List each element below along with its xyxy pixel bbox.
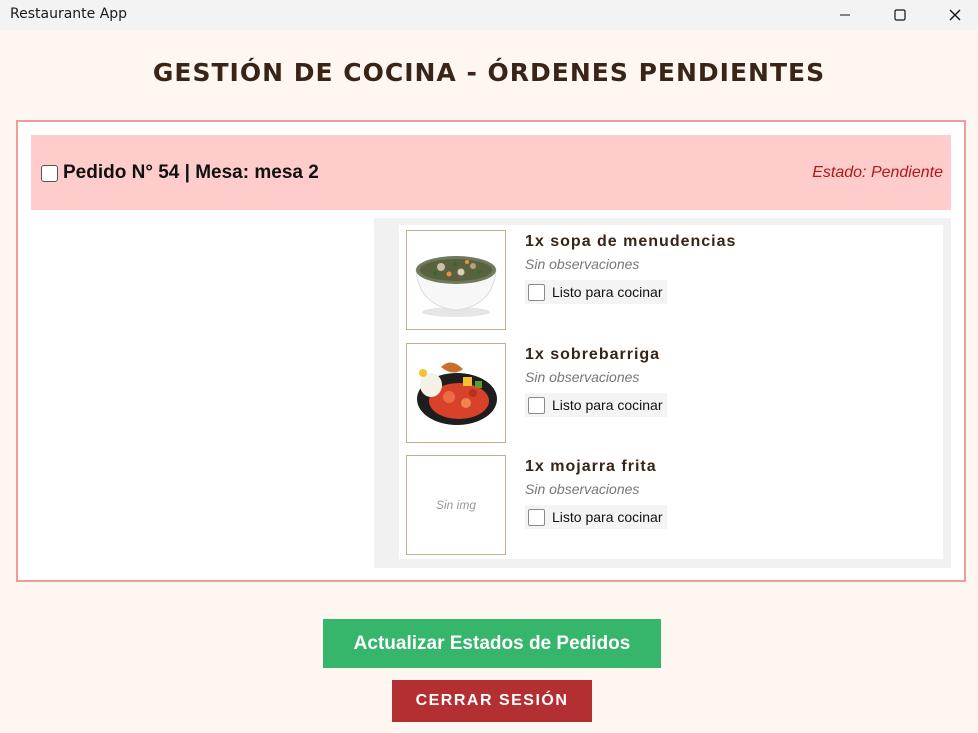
minimize-button[interactable] <box>822 0 868 30</box>
page-title: GESTIÓN DE COCINA - ÓRDENES PENDIENTES <box>152 58 826 87</box>
order-status: Estado: Pendiente <box>812 164 943 181</box>
order-items-panel: 1x sopa de menudencias Sin observaciones… <box>374 218 951 568</box>
meat-dish-photo <box>417 362 497 425</box>
list-item: 1x sopa de menudencias Sin observaciones… <box>406 230 936 330</box>
ready-to-cook-label: Listo para cocinar <box>552 509 663 525</box>
window-title: Restaurante App <box>10 6 128 22</box>
order-header: Pedido N° 54 | Mesa: mesa 2 Estado: Pend… <box>31 135 951 210</box>
ready-to-cook-checkbox[interactable]: Listo para cocinar <box>525 505 667 529</box>
ready-to-cook-label: Listo para cocinar <box>552 397 663 413</box>
close-button[interactable] <box>932 0 978 30</box>
order-items-list[interactable]: 1x sopa de menudencias Sin observaciones… <box>399 225 943 559</box>
ready-to-cook-checkbox[interactable]: Listo para cocinar <box>525 280 667 304</box>
logout-button[interactable]: CERRAR SESIÓN <box>392 680 592 722</box>
list-item: Sin img 1x mojarra frita Sin observacion… <box>406 455 936 555</box>
item-image <box>406 343 506 443</box>
order-title: Pedido N° 54 | Mesa: mesa 2 <box>63 162 319 183</box>
no-image-placeholder: Sin img <box>435 498 476 512</box>
order-card: Pedido N° 54 | Mesa: mesa 2 Estado: Pend… <box>16 120 966 582</box>
item-name: 1x mojarra frita <box>525 458 657 475</box>
checkbox-box <box>528 283 545 301</box>
item-observations: Sin observaciones <box>525 369 640 385</box>
maximize-icon <box>894 9 906 21</box>
ready-to-cook-label: Listo para cocinar <box>552 284 663 300</box>
soup-photo <box>415 256 497 317</box>
item-image <box>406 230 506 330</box>
checkbox-box <box>528 396 545 414</box>
list-item: 1x sobrebarriga Sin observaciones Listo … <box>406 343 936 443</box>
ready-to-cook-checkbox[interactable]: Listo para cocinar <box>525 393 667 417</box>
item-name: 1x sopa de menudencias <box>525 233 737 250</box>
item-observations: Sin observaciones <box>525 256 640 272</box>
item-image: Sin img <box>406 455 506 555</box>
update-orders-button[interactable]: Actualizar Estados de Pedidos <box>323 619 661 668</box>
item-observations: Sin observaciones <box>525 481 640 497</box>
window-titlebar: Restaurante App <box>0 0 978 30</box>
minimize-icon <box>840 14 850 16</box>
close-icon <box>949 9 961 21</box>
maximize-button[interactable] <box>877 0 923 30</box>
order-select-checkbox[interactable] <box>41 165 58 182</box>
item-name: 1x sobrebarriga <box>525 346 661 363</box>
checkbox-box <box>528 508 545 526</box>
